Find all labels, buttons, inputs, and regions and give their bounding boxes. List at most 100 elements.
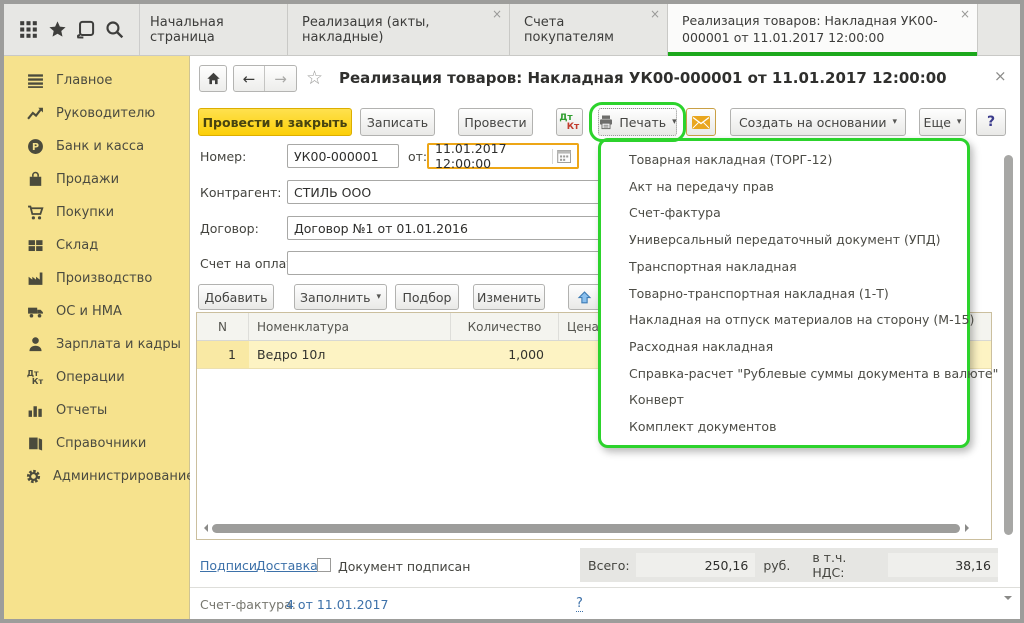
sidebar-item-1[interactable]: Руководителю bbox=[4, 97, 189, 130]
post-button[interactable]: Провести bbox=[458, 108, 533, 136]
vertical-scrollbar bbox=[1003, 144, 1015, 614]
cell-nomenclature: Ведро 10л bbox=[249, 341, 451, 368]
app-menu-grid-icon[interactable] bbox=[16, 18, 40, 42]
signatures-link[interactable]: Подписи bbox=[200, 558, 257, 573]
pick-button[interactable]: Подбор bbox=[395, 284, 459, 310]
quick-access-toolbar bbox=[4, 4, 140, 55]
date-input[interactable]: 11.01.2017 12:00:00 bbox=[427, 143, 579, 169]
history-icon[interactable] bbox=[74, 18, 98, 42]
sidebar-item-label: Склад bbox=[56, 238, 98, 253]
print-menu-item-5[interactable]: Товарно-транспортная накладная (1-Т) bbox=[601, 280, 967, 307]
search-icon[interactable] bbox=[103, 18, 127, 42]
print-menu-item-8[interactable]: Справка-расчет "Рублевые суммы документа… bbox=[601, 360, 967, 387]
back-button[interactable]: ← bbox=[234, 66, 265, 91]
forward-button[interactable]: → bbox=[265, 66, 296, 91]
print-menu-item-4[interactable]: Транспортная накладная bbox=[601, 253, 967, 280]
post-and-close-button[interactable]: Провести и закрыть bbox=[198, 108, 352, 136]
print-menu-item-1[interactable]: Акт на передачу прав bbox=[601, 173, 967, 200]
invoice-help-link[interactable]: ? bbox=[576, 596, 583, 612]
create-based-on-button[interactable]: Создать на основании bbox=[730, 108, 906, 136]
vertical-scroll-thumb[interactable] bbox=[1004, 155, 1013, 535]
save-button[interactable]: Записать bbox=[360, 108, 435, 136]
home-button[interactable] bbox=[199, 65, 227, 92]
sidebar-item-label: Главное bbox=[56, 73, 112, 88]
scroll-right-icon[interactable] bbox=[965, 524, 973, 532]
more-button[interactable]: Еще bbox=[919, 108, 966, 136]
print-menu-item-9[interactable]: Конверт bbox=[601, 387, 967, 414]
print-menu-item-10[interactable]: Комплект документов bbox=[601, 413, 967, 440]
sidebar-item-6[interactable]: Производство bbox=[4, 262, 189, 295]
tab-bar: Начальная страницаРеализация (акты, накл… bbox=[4, 4, 1020, 56]
invoice-link[interactable]: 4 от 11.01.2017 bbox=[286, 597, 388, 612]
tab-label: Счета покупателям bbox=[524, 15, 647, 45]
number-label: Номер: bbox=[200, 149, 246, 164]
print-menu-item-2[interactable]: Счет-фактура bbox=[601, 199, 967, 226]
sidebar-item-label: ОС и НМА bbox=[56, 304, 122, 319]
horizontal-scroll-thumb[interactable] bbox=[212, 524, 960, 533]
sidebar-item-4[interactable]: Покупки bbox=[4, 196, 189, 229]
scroll-left-icon[interactable] bbox=[200, 524, 208, 532]
sections-icon bbox=[25, 72, 45, 90]
totals-panel: Всего: 250,16 руб. в т.ч. НДС: 38,16 bbox=[580, 548, 998, 582]
document-signed-checkbox[interactable] bbox=[317, 558, 331, 572]
print-menu-item-3[interactable]: Универсальный передаточный документ (УПД… bbox=[601, 226, 967, 253]
sidebar-item-label: Справочники bbox=[56, 436, 146, 451]
print-button[interactable]: Печать bbox=[598, 108, 677, 136]
sidebar-item-5[interactable]: Склад bbox=[4, 229, 189, 262]
sidebar-item-11[interactable]: Справочники bbox=[4, 427, 189, 460]
tab-3[interactable]: Реализация товаров: Накладная УК00-00000… bbox=[668, 4, 978, 55]
tab-1[interactable]: Реализация (акты, накладные)× bbox=[288, 4, 510, 55]
tab-label: Реализация (акты, накладные) bbox=[302, 15, 489, 45]
sidebar-item-0[interactable]: Главное bbox=[4, 64, 189, 97]
sidebar-item-label: Покупки bbox=[56, 205, 114, 220]
sidebar-item-12[interactable]: Администрирование bbox=[4, 460, 189, 493]
vat-value: 38,16 bbox=[888, 553, 998, 577]
horizontal-scrollbar bbox=[200, 522, 986, 534]
number-input[interactable]: УК00-000001 bbox=[287, 144, 399, 168]
close-document-icon[interactable]: × bbox=[994, 67, 1007, 85]
favorites-star-icon[interactable] bbox=[45, 18, 69, 42]
sidebar-item-8[interactable]: Зарплата и кадры bbox=[4, 328, 189, 361]
email-button[interactable] bbox=[686, 108, 716, 136]
sidebar-item-label: Продажи bbox=[56, 172, 119, 187]
sidebar-item-10[interactable]: Отчеты bbox=[4, 394, 189, 427]
boxes-icon bbox=[25, 237, 45, 255]
scroll-down-icon[interactable] bbox=[1004, 596, 1012, 604]
tab-0[interactable]: Начальная страница bbox=[140, 4, 288, 55]
bag-icon bbox=[25, 171, 45, 189]
sidebar-item-7[interactable]: ОС и НМА bbox=[4, 295, 189, 328]
envelope-icon bbox=[692, 116, 710, 129]
factory-icon bbox=[25, 270, 45, 288]
svg-text:Р: Р bbox=[32, 142, 39, 153]
document-signed-label: Документ подписан bbox=[338, 559, 470, 574]
help-button[interactable]: ? bbox=[976, 108, 1006, 136]
tab-close-icon[interactable]: × bbox=[960, 9, 970, 19]
calendar-icon[interactable] bbox=[552, 149, 571, 164]
edit-button[interactable]: Изменить bbox=[473, 284, 545, 310]
col-header-nomenclature: Номенклатура bbox=[249, 313, 451, 340]
tab-close-icon[interactable]: × bbox=[650, 9, 660, 19]
sidebar-item-label: Отчеты bbox=[56, 403, 107, 418]
print-menu-item-7[interactable]: Расходная накладная bbox=[601, 333, 967, 360]
dtkt-icon: ДтКт bbox=[25, 369, 45, 387]
print-menu-item-6[interactable]: Накладная на отпуск материалов на сторон… bbox=[601, 306, 967, 333]
sidebar-item-9[interactable]: ДтКтОперации bbox=[4, 361, 189, 394]
sidebar: Главное РуководителюРБанк и касса Продажи П… bbox=[4, 56, 190, 619]
col-header-quantity: Количество bbox=[451, 313, 559, 340]
up-arrow-icon bbox=[577, 290, 592, 305]
dt-kt-postings-button[interactable]: Дт Кт bbox=[556, 108, 583, 136]
tab-2[interactable]: Счета покупателям× bbox=[510, 4, 668, 55]
print-dropdown-menu: Товарная накладная (ТОРГ-12)Акт на перед… bbox=[598, 138, 970, 448]
favorite-star-icon[interactable]: ☆ bbox=[306, 67, 323, 89]
sidebar-item-3[interactable]: Продажи bbox=[4, 163, 189, 196]
delivery-link[interactable]: Доставка bbox=[256, 558, 318, 573]
fill-button[interactable]: Заполнить bbox=[294, 284, 387, 310]
app-window: Начальная страницаРеализация (акты, накл… bbox=[0, 0, 1024, 623]
sidebar-item-2[interactable]: РБанк и касса bbox=[4, 130, 189, 163]
add-row-button[interactable]: Добавить bbox=[198, 284, 274, 310]
print-menu-item-0[interactable]: Товарная накладная (ТОРГ-12) bbox=[601, 146, 967, 173]
move-row-up-button[interactable] bbox=[568, 284, 601, 310]
tab-close-icon[interactable]: × bbox=[492, 9, 502, 19]
sidebar-item-label: Зарплата и кадры bbox=[56, 337, 181, 352]
cart-icon bbox=[25, 204, 45, 222]
